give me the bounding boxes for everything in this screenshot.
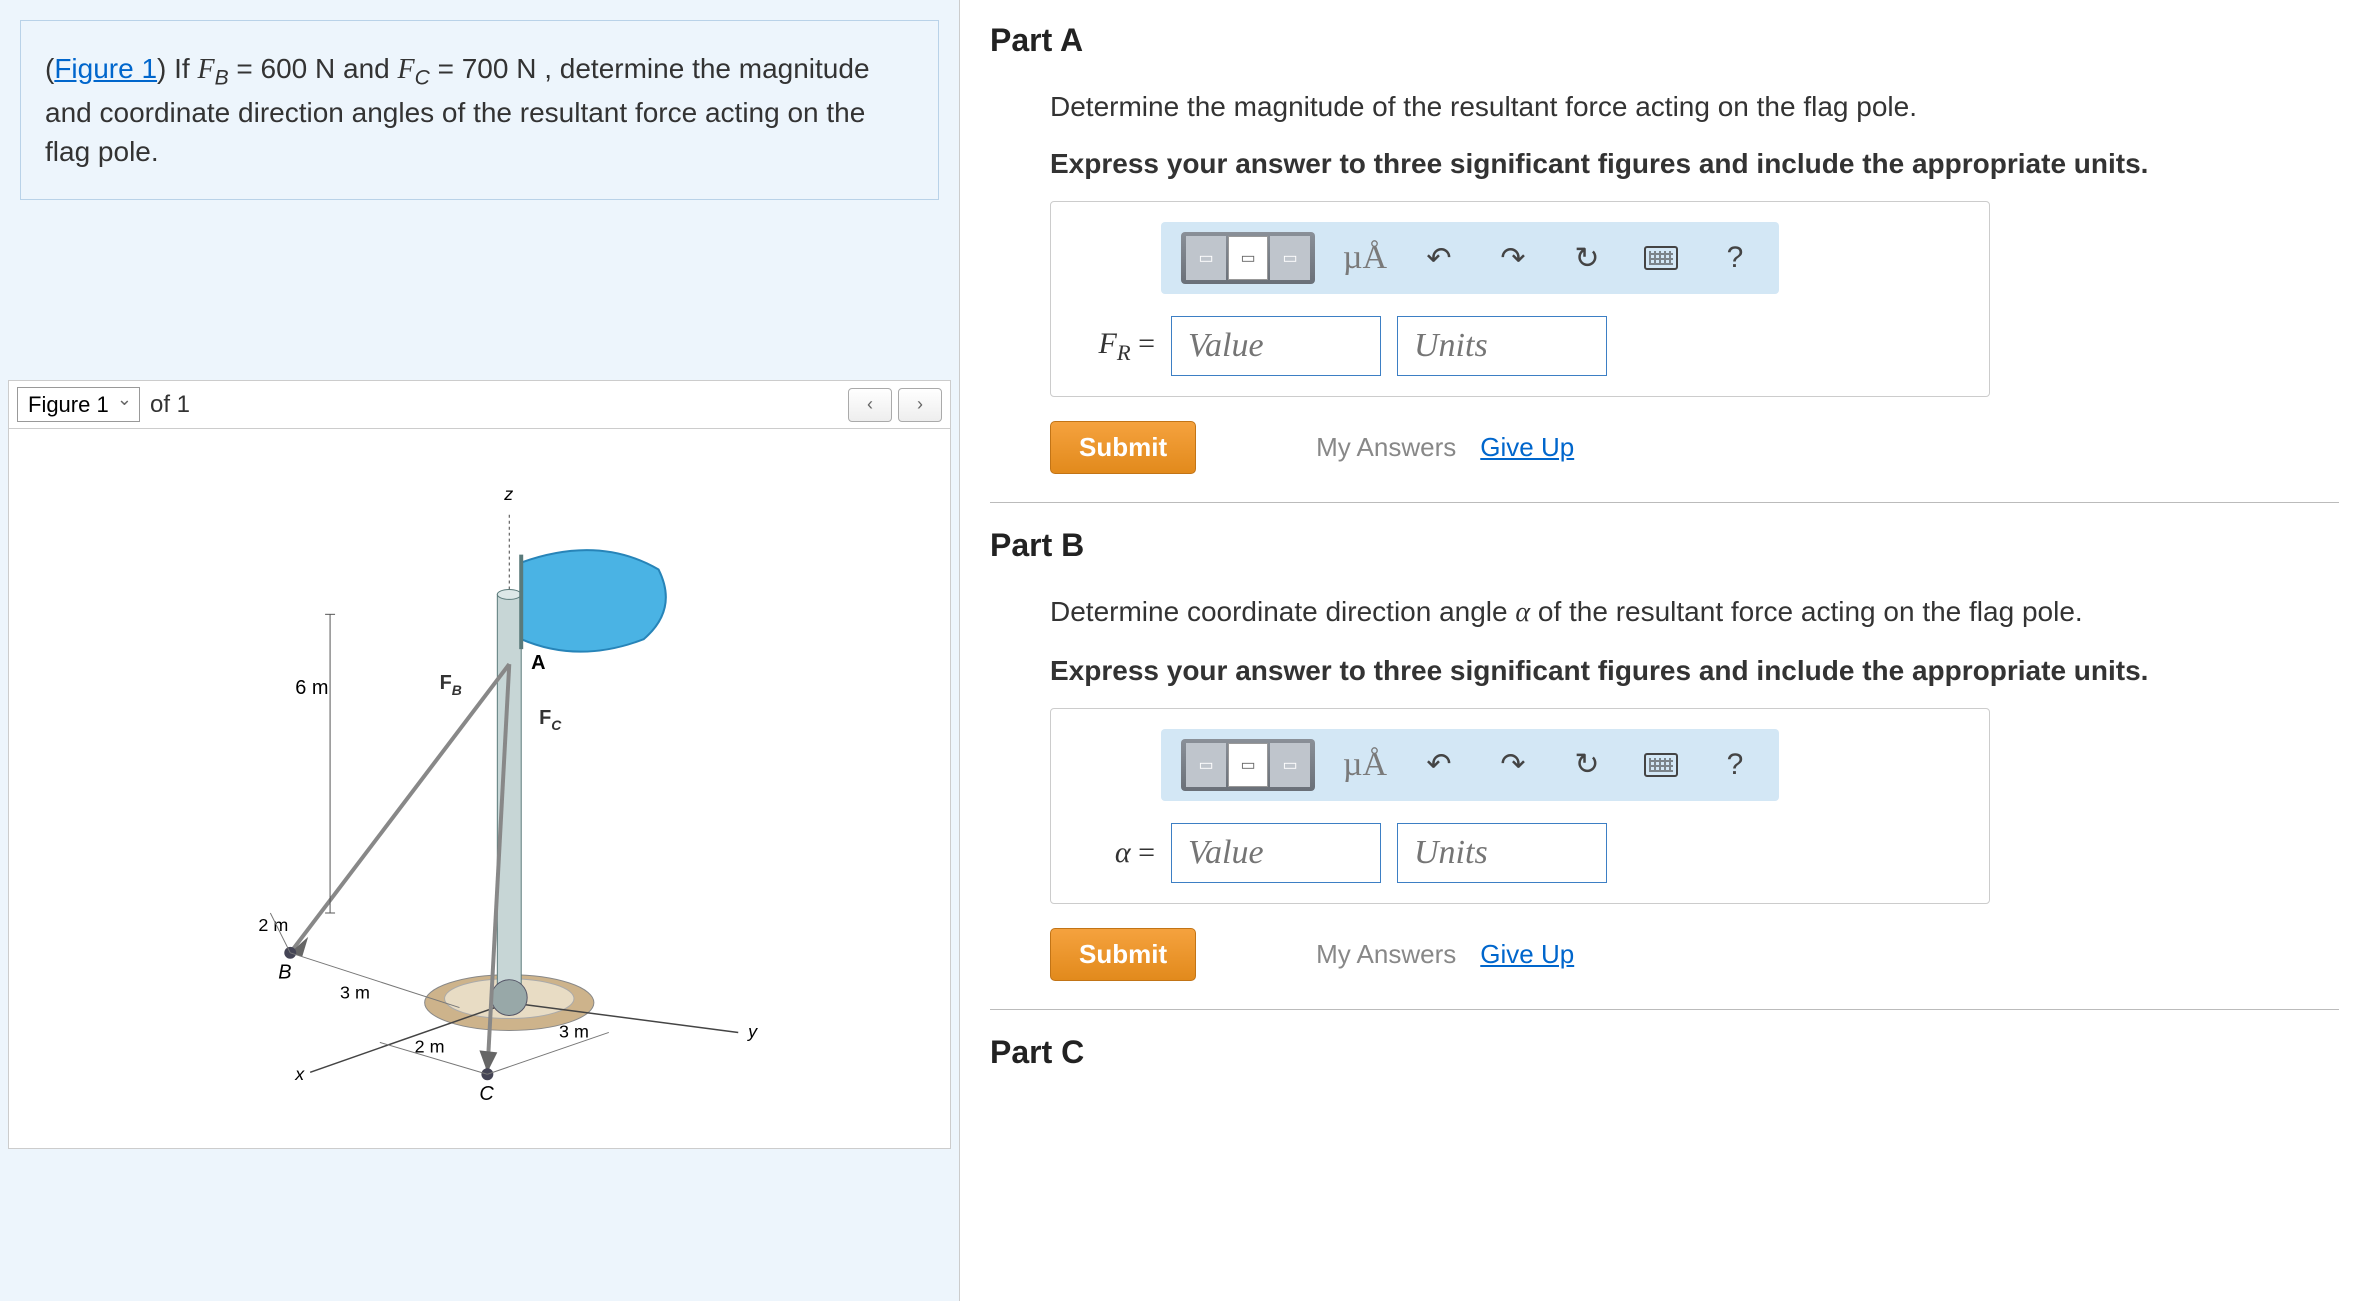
left-panel: (Figure 1) If FB = 600 N and FC = 700 N …: [0, 0, 960, 1301]
keyboard-button[interactable]: [1637, 234, 1685, 282]
part-b-body: Determine coordinate direction angle α o…: [990, 592, 2339, 980]
figure-link[interactable]: Figure 1: [54, 53, 157, 84]
part-a-links: My Answers Give Up: [1316, 432, 1574, 463]
undo-button[interactable]: ↶: [1415, 234, 1463, 282]
svg-text:6 m: 6 m: [295, 677, 328, 699]
undo-button-b[interactable]: ↶: [1415, 741, 1463, 789]
svg-text:FB: FB: [440, 672, 462, 698]
separator-2: [990, 1009, 2339, 1010]
part-b-instruction: Express your answer to three significant…: [1050, 651, 2339, 690]
template-button-b[interactable]: ▭▭▭: [1181, 739, 1315, 791]
part-b-var-label: α =: [1075, 836, 1155, 870]
part-b-input-row: α =: [1071, 823, 1969, 883]
separator-1: [990, 502, 2339, 503]
part-a-submit-row: Submit My Answers Give Up: [1050, 421, 2339, 474]
part-a-my-answers[interactable]: My Answers: [1316, 432, 1456, 463]
fc-var: F: [398, 54, 415, 85]
part-a-answer-box: ▭▭▭ µÅ ↶ ↷ ↻ ? FR =: [1050, 201, 1990, 397]
template-button[interactable]: ▭▭▭: [1181, 232, 1315, 284]
problem-statement: (Figure 1) If FB = 600 N and FC = 700 N …: [20, 20, 939, 200]
paren-open: (: [45, 53, 54, 84]
svg-text:x: x: [294, 1065, 305, 1085]
part-c-title: Part C: [990, 1034, 2339, 1071]
part-a-units-input[interactable]: [1397, 316, 1607, 376]
figure-of-label: of 1: [150, 391, 190, 419]
keyboard-icon: [1644, 246, 1678, 270]
figure-body: y x z A FB FC: [8, 429, 951, 1149]
svg-text:2 m: 2 m: [415, 1037, 445, 1057]
fb-var: F: [198, 54, 215, 85]
part-a-submit-button[interactable]: Submit: [1050, 421, 1196, 474]
svg-text:y: y: [746, 1022, 758, 1042]
part-a-var-label: FR =: [1075, 327, 1155, 366]
right-panel: Part A Determine the magnitude of the re…: [960, 0, 2379, 1301]
part-b-give-up[interactable]: Give Up: [1480, 939, 1574, 970]
svg-text:A: A: [531, 652, 545, 674]
figure-next-button[interactable]: ›: [898, 388, 942, 422]
part-a-toolbar: ▭▭▭ µÅ ↶ ↷ ↻ ?: [1161, 222, 1779, 294]
text: ) If: [157, 53, 197, 84]
part-a-value-input[interactable]: [1171, 316, 1381, 376]
part-b-submit-row: Submit My Answers Give Up: [1050, 928, 2339, 981]
part-b-answer-box: ▭▭▭ µÅ ↶ ↷ ↻ ? α =: [1050, 708, 1990, 904]
redo-button-b[interactable]: ↷: [1489, 741, 1537, 789]
part-a-instruction: Express your answer to three significant…: [1050, 144, 2339, 183]
svg-text:FC: FC: [539, 707, 562, 733]
svg-text:3 m: 3 m: [559, 1022, 589, 1042]
figure-nav: ‹ ›: [848, 388, 942, 422]
fb-eq: = 600 N and: [229, 53, 398, 84]
help-button[interactable]: ?: [1711, 234, 1759, 282]
part-b-my-answers[interactable]: My Answers: [1316, 939, 1456, 970]
reset-button[interactable]: ↻: [1563, 234, 1611, 282]
figure-prev-button[interactable]: ‹: [848, 388, 892, 422]
fc-sub: C: [415, 67, 430, 90]
svg-text:z: z: [503, 484, 513, 504]
fb-sub: B: [215, 67, 229, 90]
keyboard-icon: [1644, 753, 1678, 777]
keyboard-button-b[interactable]: [1637, 741, 1685, 789]
part-a-give-up[interactable]: Give Up: [1480, 432, 1574, 463]
units-picker-button-b[interactable]: µÅ: [1341, 741, 1389, 789]
help-button-b[interactable]: ?: [1711, 741, 1759, 789]
part-b-title: Part B: [990, 527, 2339, 564]
svg-text:C: C: [479, 1083, 494, 1105]
part-b-toolbar: ▭▭▭ µÅ ↶ ↷ ↻ ?: [1161, 729, 1779, 801]
redo-button[interactable]: ↷: [1489, 234, 1537, 282]
part-a-input-row: FR =: [1071, 316, 1969, 376]
reset-button-b[interactable]: ↻: [1563, 741, 1611, 789]
units-picker-button[interactable]: µÅ: [1341, 234, 1389, 282]
part-a-body: Determine the magnitude of the resultant…: [990, 87, 2339, 474]
figure-select[interactable]: Figure 1: [17, 387, 140, 422]
part-b-prompt: Determine coordinate direction angle α o…: [1050, 592, 2339, 632]
part-b-units-input[interactable]: [1397, 823, 1607, 883]
part-b-links: My Answers Give Up: [1316, 939, 1574, 970]
part-a-title: Part A: [990, 22, 2339, 59]
svg-text:3 m: 3 m: [340, 983, 370, 1003]
figure-diagram: y x z A FB FC: [103, 465, 856, 1112]
svg-text:B: B: [278, 962, 291, 984]
figure-header: Figure 1 of 1 ‹ ›: [8, 380, 951, 429]
part-b-submit-button[interactable]: Submit: [1050, 928, 1196, 981]
part-b-value-input[interactable]: [1171, 823, 1381, 883]
part-a-prompt: Determine the magnitude of the resultant…: [1050, 87, 2339, 126]
